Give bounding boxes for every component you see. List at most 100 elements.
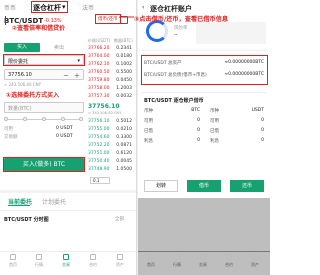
highlight-box-order-type <box>3 54 85 66</box>
buy-order-row[interactable]: 37756.10 0.5012 <box>88 119 134 126</box>
home-icon[interactable] <box>10 254 16 260</box>
btc-borrowed-row: 已借 0 <box>144 128 200 134</box>
risk-value: -- <box>174 32 178 38</box>
all-link[interactable]: 全部 <box>115 216 124 222</box>
margin-account-screen: ‹ 逐仓杠杆账户 风险率 -- BTC/USDT 总资产 ≈0.00000000B… <box>137 0 270 275</box>
risk-gauge <box>146 20 168 42</box>
available-value: 0 USDT <box>56 126 73 131</box>
ob-qty-header: 数量(BTC) <box>114 38 133 43</box>
minus-icon[interactable]: － <box>63 71 69 80</box>
usdt-coin-row: 币种 USDT <box>210 108 264 114</box>
futures-icon[interactable] <box>90 254 96 260</box>
total-debt-row: BTC/USDT 总负债(借币+币息) ≈0.00000000BTC <box>144 72 264 78</box>
annotation-1: ①选择委托方式买入 <box>6 92 60 99</box>
usdt-avail-row: 可用 0 <box>210 118 264 124</box>
risk-label: 风险率 <box>174 26 188 31</box>
cny-hint: ≈ 243,506.40 CNY <box>4 82 42 87</box>
trade-screen: 币币 逐仓杠杆 ▾ 法币 BTC/USDT -0.13% ②查看倍率和借贷价 买… <box>0 0 136 275</box>
sell-order-row[interactable]: 37766.20 0.2341 <box>88 46 134 53</box>
sell-order-row[interactable]: 37764.00 0.0180 <box>88 54 134 61</box>
trade-icon[interactable] <box>63 254 69 260</box>
available-label: 可用 <box>4 127 13 132</box>
sell-order-row[interactable]: 37762.10 0.1002 <box>88 62 134 69</box>
price-value: 37756.10 <box>8 72 32 78</box>
back-arrow-icon[interactable]: ‹ <box>142 4 144 11</box>
nav-top-border <box>138 251 270 252</box>
total-label: 交易额 <box>4 135 18 140</box>
plus-icon[interactable]: ＋ <box>74 71 80 80</box>
total-assets-row: BTC/USDT 总资产 ≈0.00000000BTC <box>144 60 264 66</box>
sell-tab[interactable]: 卖出 <box>54 44 64 51</box>
home-icon[interactable] <box>148 254 154 260</box>
last-price: 37756.10 <box>88 103 120 110</box>
highlight-box-buy <box>3 157 85 172</box>
sell-order-row[interactable]: 37758.00 1.2003 <box>88 86 134 93</box>
nav-assets[interactable]: 资产 <box>109 262 131 268</box>
annotation-3: ③点击借币/还币，查看已借币信息 <box>134 16 229 23</box>
nav-futures[interactable]: 合约 <box>82 262 104 268</box>
buy-order-row[interactable]: 37755.00 0.0210 <box>88 127 134 134</box>
amount-placeholder: 数量(BTC) <box>8 106 32 112</box>
buy-tab[interactable]: 买入 <box>4 43 40 52</box>
usdt-interest-row: 利息 0 <box>210 138 264 144</box>
section-borrow-title: BTC/USDT 逐仓账户借币 <box>144 98 204 104</box>
slider-dot-25[interactable] <box>23 117 27 121</box>
usdt-borrowed-row: 已借 0 <box>210 128 264 134</box>
slider-dot-100[interactable] <box>79 117 83 121</box>
ob-price-header: 价格(USDT) <box>88 38 111 43</box>
borrow-repay-tag[interactable]: 借币/还币 <box>95 14 121 24</box>
buy-order-row[interactable]: 37748.90 1.0500 <box>88 167 134 174</box>
nav-trade[interactable]: 交易 <box>192 262 214 268</box>
market-icon[interactable] <box>174 254 180 260</box>
slider-dot-50[interactable] <box>42 117 46 121</box>
arrow-icon <box>119 16 134 18</box>
nav-home[interactable]: 首页 <box>2 262 24 268</box>
assets-icon[interactable] <box>252 254 258 260</box>
buy-order-row[interactable]: 37752.20 0.0871 <box>88 143 134 150</box>
btc-coin-row: 币种 BTC <box>144 108 200 114</box>
page-title: 逐仓杠杆账户 <box>150 5 192 13</box>
tab-underline <box>8 205 30 206</box>
nav-home[interactable]: 首页 <box>140 262 162 268</box>
depth-select[interactable]: 0.1 <box>90 177 110 184</box>
nav-top-border <box>0 251 136 252</box>
btc-interest-row: 利息 0 <box>144 138 200 144</box>
market-icon[interactable] <box>36 254 42 260</box>
transfer-button[interactable]: 划转 <box>144 180 178 192</box>
tab-fiat[interactable]: 法币 <box>82 3 94 12</box>
slider-dot-0[interactable] <box>4 117 8 121</box>
sell-order-row[interactable]: 37757.30 0.0032 <box>88 94 134 101</box>
chart-section-title: BTC/USDT 分时图 <box>4 217 49 223</box>
tab-bottom-line <box>0 210 136 211</box>
annotation-2: ②查看倍率和借贷价 <box>12 25 66 32</box>
row-divider <box>141 50 267 51</box>
slider-dot-75[interactable] <box>61 117 65 121</box>
row-divider <box>141 92 267 93</box>
assets-icon[interactable] <box>117 254 123 260</box>
info-text-block <box>196 22 266 44</box>
nav-assets[interactable]: 资产 <box>244 262 266 268</box>
total-value: 0 USDT <box>56 134 73 139</box>
buy-order-row[interactable]: 37754.60 0.3300 <box>88 135 134 142</box>
sell-order-row[interactable]: 37759.80 0.0450 <box>88 78 134 85</box>
price-input[interactable]: 37756.10 － ＋ <box>4 69 84 80</box>
highlight-box-margin-tab <box>31 1 68 13</box>
amount-input[interactable]: 数量(BTC) <box>4 102 84 113</box>
borrow-button[interactable]: 借币 <box>187 180 221 192</box>
repay-button[interactable]: 还币 <box>230 180 264 192</box>
tab-plan-orders[interactable]: 计划委托 <box>42 197 66 206</box>
tab-spot[interactable]: 币币 <box>4 3 16 12</box>
last-price-cny: ≈ 243,506.40 CNY <box>88 111 122 115</box>
menu-icon[interactable] <box>2 16 6 25</box>
btc-avail-row: 可用 0 <box>144 118 200 124</box>
nav-futures[interactable]: 合约 <box>218 262 240 268</box>
nav-market[interactable]: 行情 <box>28 262 50 268</box>
trade-icon[interactable] <box>200 254 206 260</box>
nav-market[interactable]: 行情 <box>166 262 188 268</box>
buy-order-row[interactable]: 37750.40 0.0045 <box>88 159 134 166</box>
nav-trade[interactable]: 交易 <box>55 262 77 268</box>
section-divider <box>0 190 136 193</box>
sell-order-row[interactable]: 37760.50 0.5500 <box>88 70 134 77</box>
buy-order-row[interactable]: 37751.00 0.6120 <box>88 151 134 158</box>
futures-icon[interactable] <box>226 254 232 260</box>
